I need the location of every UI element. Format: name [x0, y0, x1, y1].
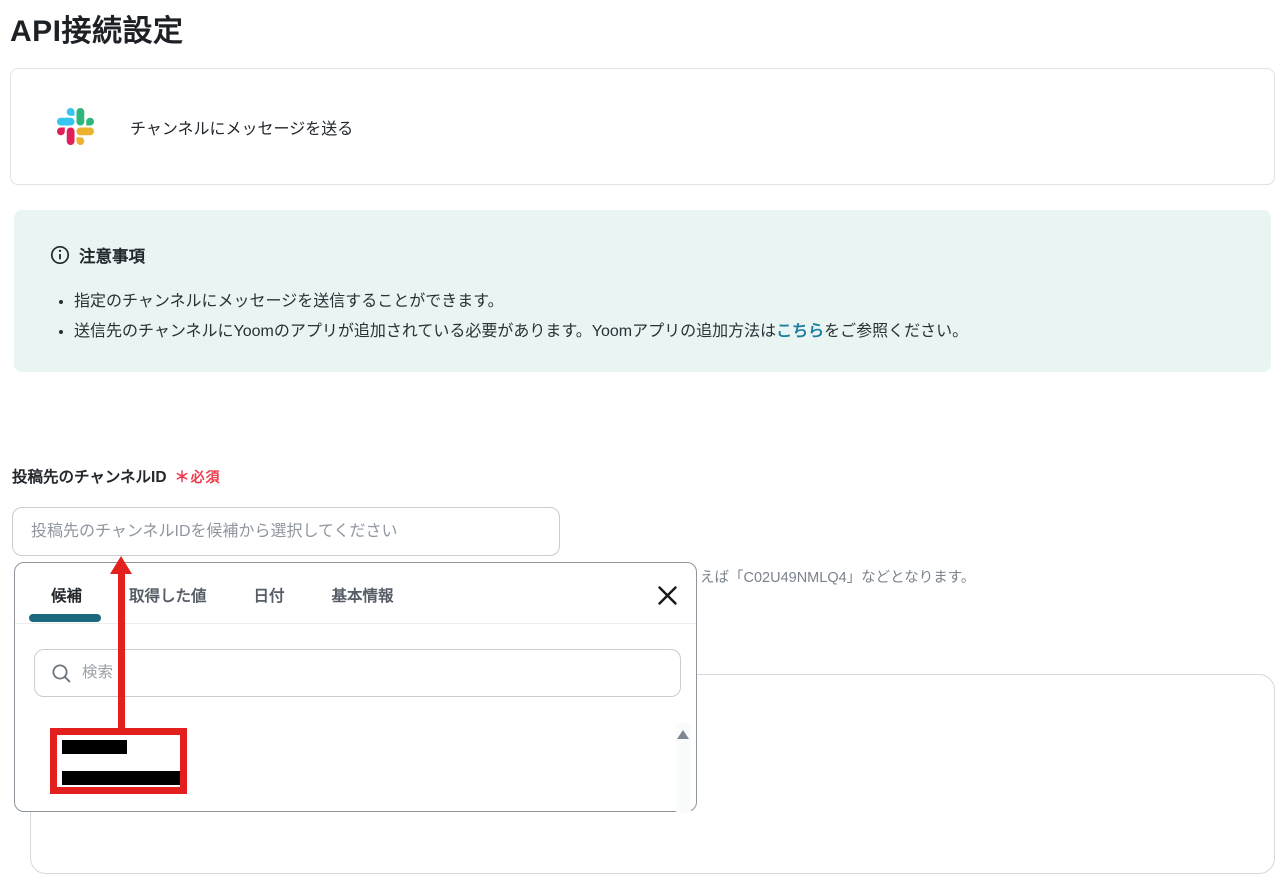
search-box — [34, 649, 681, 697]
notice-item-text: 送信先のチャンネルにYoomのアプリが追加されている必要があります。Yoomアプ… — [74, 323, 776, 340]
redacted-text-bar — [62, 771, 180, 785]
channel-id-input[interactable] — [12, 507, 560, 556]
notice-item-text: 指定のチャンネルにメッセージを送信することができます。 — [74, 293, 504, 310]
redacted-text-bar — [62, 740, 127, 754]
required-text: 必須 — [191, 469, 221, 485]
search-input[interactable] — [82, 664, 680, 682]
required-badge: ＊必須 — [175, 466, 221, 487]
notice-header: 注意事項 — [50, 243, 1235, 267]
slack-logo-icon — [57, 108, 94, 145]
scroll-up-icon[interactable] — [677, 730, 689, 739]
close-icon[interactable] — [653, 581, 681, 609]
notice-item: 指定のチャンネルにメッセージを送信することができます。 — [74, 289, 1235, 315]
field-helper-text: えば「C02U49NMLQ4」などとなります。 — [700, 566, 975, 587]
channel-picker-panel: 候補 取得した値 日付 基本情報 — [14, 562, 697, 812]
tab-kouho[interactable]: 候補 — [51, 584, 82, 606]
info-circle-icon — [50, 245, 70, 265]
picker-tab-bar: 候補 取得した値 日付 基本情報 — [51, 584, 394, 606]
field-label: 投稿先のチャンネルID — [12, 465, 167, 487]
required-asterisk: ＊ — [175, 469, 191, 486]
notice-item-text: をご参照ください。 — [824, 323, 968, 340]
tab-kihon-jouhou[interactable]: 基本情報 — [332, 584, 394, 606]
action-card: チャンネルにメッセージを送る — [10, 68, 1275, 185]
channel-option-redacted[interactable] — [62, 771, 180, 785]
search-icon — [51, 663, 72, 684]
notice-list: 指定のチャンネルにメッセージを送信することができます。 送信先のチャンネルにYo… — [54, 289, 1235, 345]
notice-title: 注意事項 — [79, 243, 145, 267]
active-tab-underline — [29, 614, 101, 622]
action-card-label: チャンネルにメッセージを送る — [130, 115, 353, 139]
page-title: API接続設定 — [10, 6, 184, 50]
tab-divider — [15, 623, 696, 624]
tab-shutoku-shita-atai[interactable]: 取得した値 — [129, 584, 207, 606]
notice-item: 送信先のチャンネルにYoomのアプリが追加されている必要があります。Yoomアプ… — [74, 319, 1235, 345]
notice-box: 注意事項 指定のチャンネルにメッセージを送信することができます。 送信先のチャン… — [14, 210, 1271, 372]
kochira-link[interactable]: こちら — [776, 323, 824, 340]
channel-option-redacted[interactable] — [62, 740, 127, 754]
scrollbar[interactable] — [676, 723, 691, 813]
tab-hizuke[interactable]: 日付 — [254, 584, 285, 606]
field-label-row: 投稿先のチャンネルID ＊必須 — [12, 465, 221, 487]
